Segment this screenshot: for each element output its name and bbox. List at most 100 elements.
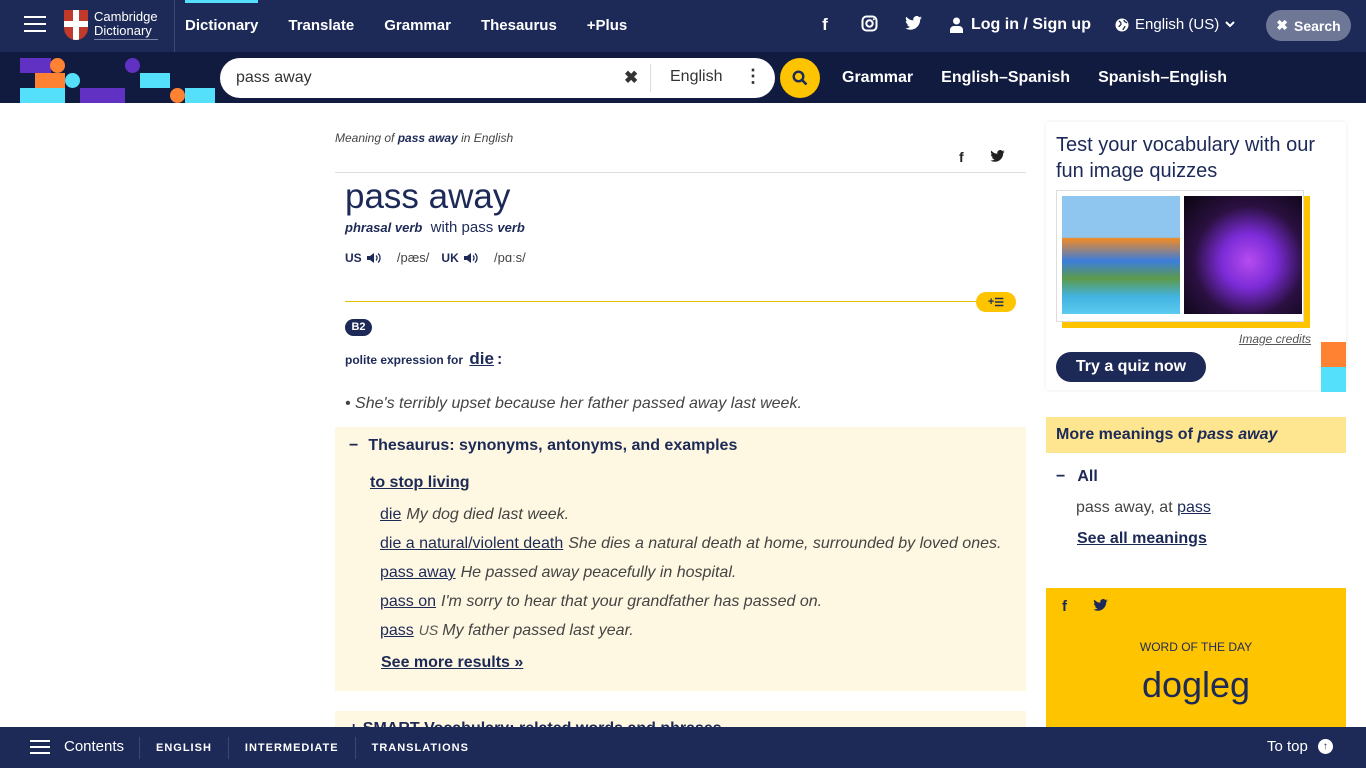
more-meanings-header: More meanings of pass away [1046,417,1346,453]
search-toggle-button[interactable]: ✖ Search [1266,10,1351,41]
more-meanings-word: pass away [1197,426,1278,443]
decorative-block [1321,342,1346,367]
thesaurus-panel: − Thesaurus: synonyms, antonyms, and exam… [335,427,1026,691]
meaning-word: pass away [397,131,458,145]
logo-line2: Dictionary [94,24,158,40]
more-meanings-prefix: More meanings of [1056,426,1193,443]
subnav-english-spanish[interactable]: English–Spanish [941,69,1070,87]
shield-icon [64,10,88,40]
region-label: US [418,622,439,638]
thesaurus-subtitle-link[interactable]: to stop living [370,474,470,492]
thesaurus-word-link[interactable]: die [380,506,401,523]
nav-dictionary[interactable]: Dictionary [185,0,259,52]
meaning-of-label: Meaning of pass away in English [335,131,513,145]
uk-ipa: /pɑːs/ [494,250,526,265]
globe-icon [1115,18,1129,31]
wotd-share: f [1062,598,1108,615]
headword: pass away [345,177,511,216]
entry-text: pass away, at [1076,499,1173,516]
more-options-icon[interactable]: ⋮ [744,66,762,87]
list-icon: ☰ [994,296,1005,309]
thesaurus-example: He passed away peacefully in hospital. [460,564,737,581]
close-icon: ✖ [1276,17,1289,33]
twitter-icon[interactable] [989,149,1005,165]
nav-translate[interactable]: Translate [288,0,354,52]
facebook-icon[interactable]: f [1062,598,1067,615]
quiz-promo: Test your vocabulary with our fun image … [1046,122,1346,390]
level-badge: B2 [345,319,372,336]
contents-button[interactable]: Contents [64,738,124,755]
login-link[interactable]: Log in / Sign up [950,16,1091,34]
language-selector[interactable]: English (US) [1115,16,1235,33]
instagram-icon[interactable] [859,15,879,37]
see-all-meanings-link[interactable]: See all meanings [1077,530,1207,548]
subnav-grammar[interactable]: Grammar [842,69,913,87]
clear-search-icon[interactable]: ✖ [624,68,638,88]
group-label: All [1077,468,1098,485]
pronunciation: US /pæs/ UK /pɑːs/ [345,250,534,265]
tab-intermediate[interactable]: INTERMEDIATE [227,736,355,759]
add-to-wordlist-button[interactable]: + ☰ [976,292,1016,312]
thesaurus-item: die a natural/violent death She dies a na… [380,535,1001,553]
twitter-icon[interactable] [1093,598,1108,615]
waterslide-image [1062,196,1180,314]
with-pos: verb [497,220,525,235]
carnival-ride-image [1184,196,1302,314]
thesaurus-toggle[interactable]: − Thesaurus: synonyms, antonyms, and exam… [349,437,737,455]
entry-link[interactable]: pass [1177,499,1211,516]
subnav-spanish-english[interactable]: Spanish–English [1098,69,1227,87]
definition-text: polite expression for [345,353,464,367]
us-label: US [345,250,362,265]
quiz-title: Test your vocabulary with our fun image … [1056,134,1316,182]
try-quiz-button[interactable]: Try a quiz now [1056,352,1206,382]
image-credits-link[interactable]: Image credits [1239,332,1311,346]
uk-label: UK [441,250,459,265]
colon: : [496,351,503,368]
example-text: She's terribly upset because her father … [355,395,802,412]
divider [174,0,175,52]
facebook-icon[interactable]: f [959,149,964,165]
dictionary-selector[interactable]: English [670,68,722,86]
thesaurus-item: pass away He passed away peacefully in ho… [380,564,736,582]
divider [335,172,1026,173]
pos-label: phrasal verb [345,220,423,235]
contents-menu-icon[interactable] [30,740,50,756]
thesaurus-word-link[interactable]: die a natural/violent death [380,535,563,552]
thesaurus-item: pass on I'm sorry to hear that your grand… [380,593,822,611]
nav-thesaurus[interactable]: Thesaurus [481,0,557,52]
thesaurus-example: I'm sorry to hear that your grandfather … [441,593,823,610]
audio-us-icon[interactable] [366,252,382,264]
audio-uk-icon[interactable] [463,252,479,264]
meaning-prefix: Meaning of [335,131,395,145]
cambridge-logo[interactable]: Cambridge Dictionary [64,10,158,40]
share-links: f [959,149,1005,165]
more-meanings-toggle[interactable]: − All [1056,468,1098,486]
definition: polite expression for die: [345,349,502,369]
decorative-block [1321,367,1346,392]
more-meanings-entry: pass away, at pass [1076,499,1211,517]
dictionary-subnav: Grammar English–Spanish Spanish–English [842,52,1227,103]
search-box: ✖ English ⋮ [220,58,775,98]
nav-grammar[interactable]: Grammar [384,0,451,52]
thesaurus-word-link[interactable]: pass [380,622,414,639]
menu-icon[interactable] [24,16,46,34]
facebook-icon[interactable]: f [815,15,835,37]
tab-translations[interactable]: TRANSLATIONS [354,736,485,759]
tab-english[interactable]: ENGLISH [139,736,228,759]
thesaurus-example: She dies a natural death at home, surrou… [568,535,1002,552]
search-button[interactable] [780,58,820,98]
bottom-bar: Contents ENGLISH INTERMEDIATE TRANSLATIO… [0,727,1366,768]
see-more-results-link[interactable]: See more results » [381,654,523,672]
thesaurus-word-link[interactable]: pass away [380,564,456,581]
quiz-images[interactable] [1056,190,1304,322]
main-nav: Dictionary Translate Grammar Thesaurus +… [185,0,657,52]
search-input[interactable] [236,69,616,87]
wotd-word[interactable]: dogleg [1046,664,1346,706]
definition-link-die[interactable]: die [469,349,494,368]
top-navigation-bar: Cambridge Dictionary Dictionary Translat… [0,0,1366,52]
to-top-label: To top [1267,738,1308,755]
to-top-button[interactable]: To top ↑ [1267,738,1333,755]
thesaurus-word-link[interactable]: pass on [380,593,436,610]
nav-plus[interactable]: +Plus [587,0,627,52]
twitter-icon[interactable] [903,15,923,37]
